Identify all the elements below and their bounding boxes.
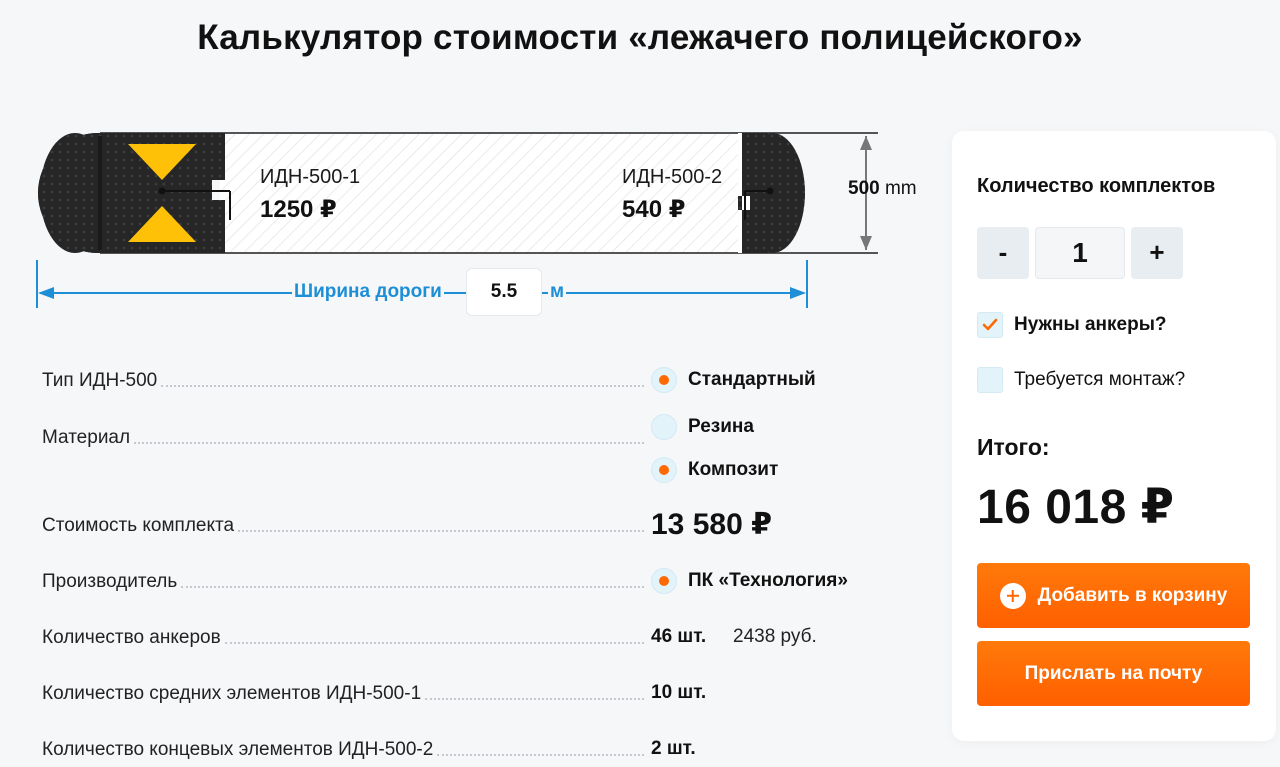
segment2-name: ИДН-500-2 [622, 166, 723, 188]
quantity-minus-button[interactable]: - [977, 227, 1029, 279]
check-icon [982, 318, 998, 331]
send-email-label: Прислать на почту [1024, 662, 1203, 684]
send-email-button[interactable]: Прислать на почту [977, 641, 1250, 706]
segment1-name: ИДН-500-1 [260, 166, 361, 188]
segment2-price: 540 ₽ [622, 196, 686, 223]
dotted-leader [224, 642, 644, 644]
road-width-input[interactable]: 5.5 [466, 268, 542, 316]
spec-row-manufacturer: Производитель [42, 567, 652, 593]
spec-row-type: Тип ИДН-500 [42, 366, 652, 392]
total-label: Итого: [977, 434, 1050, 460]
quantity-input[interactable]: 1 [1035, 227, 1125, 279]
add-to-cart-label: Добавить в корзину [1037, 584, 1228, 606]
quantity-title: Количество комплектов [977, 175, 1216, 197]
speed-bump-diagram: ИДН-500-1 1250 ₽ ИДН-500-2 540 ₽ 500 mm … [0, 100, 940, 330]
end-count: 2 шт. [651, 738, 696, 759]
spec-label: Количество средних элементов ИДН-500-1 [42, 683, 422, 704]
dotted-leader [161, 385, 644, 387]
road-width-unit: м [548, 281, 567, 303]
spec-label: Производитель [42, 571, 178, 592]
dotted-leader [238, 530, 644, 532]
spec-label: Материал [42, 427, 131, 448]
option-label: Композит [688, 459, 779, 480]
spec-row-middle: Количество средних элементов ИДН-500-1 [42, 679, 652, 705]
radio-material-rubber[interactable] [651, 414, 677, 440]
plus-circle-icon [999, 582, 1026, 609]
height-dimension-label: 500 mm [848, 178, 917, 199]
anchors-checkbox[interactable] [977, 312, 1003, 338]
radio-manufacturer[interactable] [651, 568, 677, 594]
option-label: ПК «Технология» [688, 570, 848, 591]
install-checkbox-label[interactable]: Требуется монтаж? [1014, 369, 1185, 391]
road-width-label: Ширина дороги [292, 281, 444, 303]
order-panel: Количество комплектов - 1 + Нужны анкеры… [952, 131, 1276, 741]
spec-row-end: Количество концевых элементов ИДН-500-2 [42, 735, 652, 761]
page-title: Калькулятор стоимости «лежачего полицейс… [197, 18, 1083, 57]
dotted-leader [181, 586, 644, 588]
spec-label: Стоимость комплекта [42, 515, 235, 536]
segment1-price: 1250 ₽ [260, 196, 337, 223]
spec-label: Количество концевых элементов ИДН-500-2 [42, 739, 434, 760]
add-to-cart-button[interactable]: Добавить в корзину [977, 563, 1250, 628]
dotted-leader [134, 442, 644, 444]
anchors-count: 46 шт. [651, 626, 707, 647]
spec-label: Количество анкеров [42, 627, 221, 648]
dotted-leader [437, 754, 644, 756]
spec-row-anchors: Количество анкеров [42, 623, 652, 649]
dotted-leader [425, 698, 644, 700]
option-label: Резина [688, 416, 754, 437]
radio-material-composite[interactable] [651, 457, 677, 483]
install-checkbox[interactable] [977, 367, 1003, 393]
kit-cost-value: 13 580 ₽ [651, 508, 772, 541]
spec-row-kit-cost: Стоимость комплекта [42, 511, 652, 537]
spec-label: Тип ИДН-500 [42, 370, 158, 391]
option-label: Стандартный [688, 369, 816, 390]
total-value: 16 018 ₽ [977, 481, 1175, 534]
radio-type-standard[interactable] [651, 367, 677, 393]
spec-row-material: Материал [42, 423, 652, 449]
middle-count: 10 шт. [651, 682, 707, 703]
anchors-price: 2438 руб. [733, 626, 817, 647]
quantity-plus-button[interactable]: + [1131, 227, 1183, 279]
anchors-checkbox-label[interactable]: Нужны анкеры? [1014, 314, 1167, 336]
